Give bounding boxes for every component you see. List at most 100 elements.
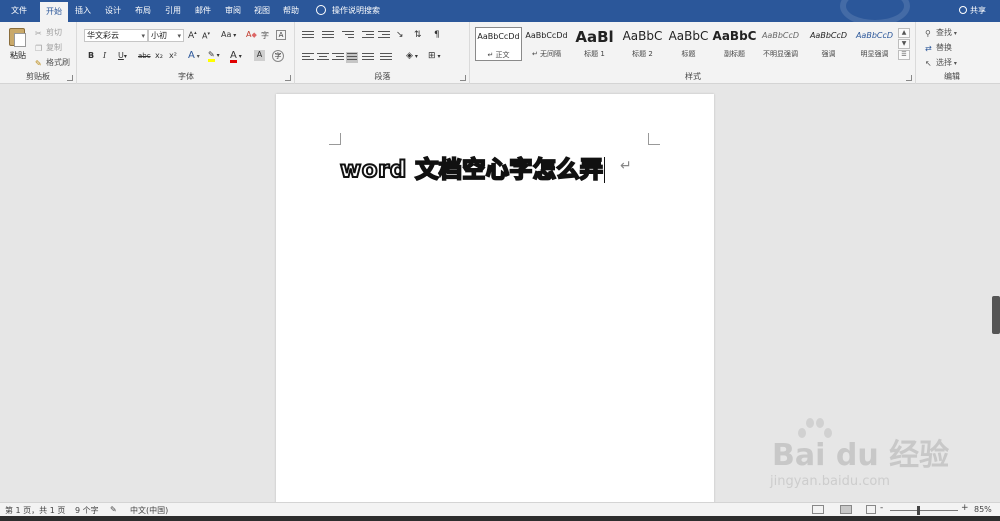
enclose-characters-button[interactable]: 字 (272, 50, 284, 62)
character-shading-button[interactable]: A (254, 50, 265, 61)
bullets-icon[interactable] (302, 31, 314, 40)
select-label: 选择 (936, 58, 952, 67)
word-count[interactable]: 9 个字 (75, 505, 99, 516)
format-painter-button[interactable]: ✎ 格式刷 (35, 57, 70, 68)
more-icon[interactable]: ☰ (898, 50, 910, 60)
read-mode-icon[interactable] (812, 505, 824, 514)
clear-formatting-button[interactable]: A◆ (246, 30, 257, 39)
highlight-button[interactable]: ✎ ▾ (208, 50, 220, 62)
decrease-indent-icon[interactable] (362, 31, 374, 40)
show-marks-icon[interactable]: ¶ (434, 30, 440, 40)
replace-icon: ⇄ (925, 44, 932, 53)
increase-indent-icon[interactable] (378, 31, 390, 40)
align-left-icon[interactable] (302, 53, 314, 62)
style-title[interactable]: AaBbC 标题 (665, 27, 712, 61)
tab-mailings[interactable]: 邮件 (189, 0, 217, 22)
zoom-slider[interactable] (890, 510, 958, 511)
web-layout-icon[interactable] (866, 505, 876, 514)
style-subtitle[interactable]: AaBbC 副标题 (711, 27, 758, 61)
style-intense-emphasis[interactable]: AaBbCcD 明显强调 (851, 27, 898, 61)
ribbon: 粘贴 ✂ 剪切 ❐ 复制 ✎ 格式刷 剪贴板 华文彩云 ▾ 小初 ▾ A▴ A▾ Aa ▾… (0, 22, 1000, 84)
font-color-button[interactable]: A ▾ (230, 50, 242, 63)
styles-launcher-icon[interactable] (906, 75, 912, 81)
replace-button[interactable]: ⇄ 替换 (925, 42, 952, 53)
grow-font-button[interactable]: A▴ (188, 30, 197, 41)
style-heading-1[interactable]: AaBl 标题 1 (571, 27, 618, 61)
underline-button[interactable]: U ▾ (118, 51, 127, 60)
align-right-icon[interactable] (332, 53, 344, 62)
hollow-text-heading[interactable]: word 文档空心字怎么弄 (339, 150, 606, 184)
change-case-button[interactable]: Aa ▾ (221, 30, 236, 39)
tab-insert[interactable]: 插入 (70, 0, 96, 22)
vertical-scrollbar[interactable] (992, 84, 1000, 502)
style-name: 标题 1 (584, 50, 605, 58)
zoom-in-button[interactable]: + (961, 503, 969, 513)
paragraph-launcher-icon[interactable] (460, 75, 466, 81)
language-indicator[interactable]: 中文(中国) (130, 505, 168, 516)
numbering-icon[interactable] (322, 31, 334, 40)
style-preview: AaBbC (622, 29, 663, 43)
style-normal[interactable]: AaBbCcDd ↵ 正文 (475, 27, 522, 61)
margin-marker (329, 133, 341, 145)
style-heading-2[interactable]: AaBbC 标题 2 (619, 27, 666, 61)
shrink-font-button[interactable]: A▾ (202, 31, 210, 41)
zoom-level[interactable]: 85% (974, 505, 992, 514)
paste-button[interactable]: 粘贴 (6, 26, 28, 64)
tab-review[interactable]: 审阅 (219, 0, 247, 22)
document-page[interactable]: word 文档空心字怎么弄 ↵ (276, 94, 714, 504)
tell-me-search[interactable]: 操作说明搜索 (316, 0, 380, 22)
tab-references[interactable]: 引用 (159, 0, 187, 22)
tab-layout[interactable]: 布局 (129, 0, 157, 22)
zoom-slider-thumb[interactable] (916, 506, 920, 515)
subscript-button[interactable]: x₂ (155, 51, 163, 60)
select-button[interactable]: ↖ 选择 ▾ (925, 57, 957, 68)
character-border-button[interactable]: A (276, 30, 286, 40)
replace-label: 替换 (936, 43, 952, 52)
multilevel-list-icon[interactable] (342, 31, 354, 40)
page-count[interactable]: 第 1 页，共 1 页 (5, 505, 65, 516)
font-size-select[interactable]: 小初 ▾ (148, 29, 184, 42)
font-name-select[interactable]: 华文彩云 ▾ (84, 29, 148, 42)
share-button[interactable]: 共享 (959, 0, 986, 22)
text-effects-button[interactable]: A ▾ (188, 50, 200, 61)
print-layout-icon[interactable] (840, 505, 852, 514)
style-subtle-emphasis[interactable]: AaBbCcD 不明显强调 (757, 27, 804, 61)
tab-view[interactable]: 视图 (248, 0, 276, 22)
font-size-value: 小初 (151, 31, 167, 40)
scrollbar-thumb[interactable] (992, 296, 1000, 334)
zoom-out-button[interactable]: - (880, 503, 883, 513)
justify-icon[interactable] (346, 52, 358, 63)
bold-button[interactable]: B (88, 51, 94, 60)
tab-file[interactable]: 文件 (4, 0, 34, 22)
distributed-icon[interactable] (362, 53, 374, 62)
shading-icon[interactable]: ◈ ▾ (406, 51, 418, 61)
clipboard-launcher-icon[interactable] (67, 75, 73, 81)
line-spacing-icon[interactable] (380, 53, 392, 62)
phonetic-guide-button[interactable]: 字 (261, 30, 269, 41)
borders-icon[interactable]: ⊞ ▾ (428, 51, 440, 61)
find-button[interactable]: ⚲ 查找 ▾ (925, 27, 957, 38)
chevron-up-icon[interactable]: ▲ (898, 28, 910, 38)
chevron-down-icon[interactable]: ▼ (898, 39, 910, 49)
sort-icon[interactable]: ⇅ (414, 30, 422, 40)
style-name: 副标题 (724, 50, 745, 58)
text-effects-label: A (188, 50, 195, 61)
taskbar (0, 516, 1000, 521)
copy-button[interactable]: ❐ 复制 (35, 42, 62, 53)
tab-help[interactable]: 帮助 (277, 0, 305, 22)
font-launcher-icon[interactable] (285, 75, 291, 81)
proofing-icon[interactable]: ✎ (110, 505, 117, 514)
cut-button[interactable]: ✂ 剪切 (35, 27, 62, 38)
tab-home[interactable]: 开始 (40, 2, 68, 22)
chinese-layout-icon[interactable]: ↘ (396, 30, 404, 40)
paste-label: 粘贴 (10, 51, 26, 60)
tab-design[interactable]: 设计 (99, 0, 127, 22)
style-emphasis[interactable]: AaBbCcD 强调 (805, 27, 852, 61)
superscript-button[interactable]: x² (169, 51, 177, 60)
styles-gallery-scroll[interactable]: ▲ ▼ ☰ (898, 28, 910, 61)
strikethrough-button[interactable]: abc (138, 52, 151, 60)
ribbon-tab-bar: 文件 开始 插入 设计 布局 引用 邮件 审阅 视图 帮助 操作说明搜索 共享 (0, 0, 1000, 26)
italic-button[interactable]: I (103, 51, 106, 60)
style-no-spacing[interactable]: AaBbCcDd ↵ 无间隔 (523, 27, 570, 61)
align-center-icon[interactable] (317, 53, 329, 62)
